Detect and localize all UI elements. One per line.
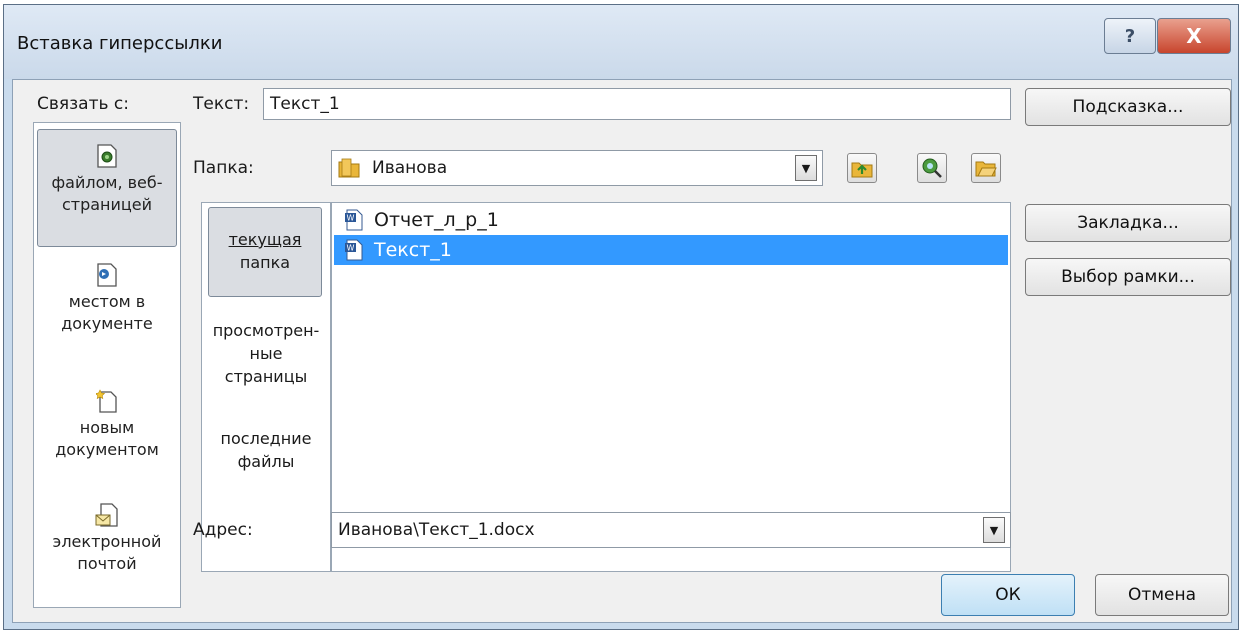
- address-label: Адрес:: [193, 520, 253, 540]
- chevron-down-icon: ▼: [801, 161, 811, 175]
- link-email[interactable]: электронной почтой: [37, 503, 177, 575]
- close-icon: X: [1186, 24, 1202, 48]
- folder-dropdown-button[interactable]: ▼: [795, 155, 817, 181]
- folder-value: Иванова: [372, 158, 448, 178]
- svg-text:W: W: [347, 214, 355, 223]
- browsed-pages-tab[interactable]: просмотрен- ные страницы: [202, 319, 330, 388]
- list-item[interactable]: W Отчет_л_р_1: [334, 205, 1008, 235]
- place-in-document-icon: [97, 263, 117, 287]
- link-place-in-document[interactable]: местом в документе: [37, 263, 177, 335]
- svg-text:W: W: [347, 244, 355, 253]
- current-folder-tab[interactable]: текущая папка: [208, 207, 322, 297]
- email-icon: [95, 503, 118, 527]
- browse-web-button[interactable]: [917, 153, 947, 183]
- text-label: Текст:: [193, 94, 250, 114]
- dialog-body: Связать с: файлом, веб- страницей местом…: [12, 79, 1232, 623]
- list-item-selected[interactable]: W Текст_1: [334, 235, 1008, 265]
- ok-button[interactable]: ОК: [941, 574, 1075, 616]
- chevron-down-icon: ▼: [989, 523, 999, 537]
- bookmark-button[interactable]: Закладка...: [1025, 204, 1231, 242]
- look-in-panel: текущая папка просмотрен- ные страницы п…: [201, 202, 331, 572]
- link-to-label: Связать с:: [37, 94, 129, 114]
- browse-file-button[interactable]: [971, 153, 1001, 183]
- open-folder-icon: [975, 161, 997, 177]
- new-document-icon: [96, 389, 117, 413]
- target-frame-button[interactable]: Выбор рамки...: [1025, 258, 1231, 296]
- word-document-icon: W: [345, 239, 363, 261]
- web-page-icon: [97, 144, 117, 168]
- help-icon: ?: [1124, 25, 1136, 47]
- hyperlink-dialog: Вставка гиперссылки ? X Связать с: файло…: [3, 4, 1239, 630]
- help-button[interactable]: ?: [1104, 18, 1156, 54]
- title-bar: Вставка гиперссылки ? X: [4, 5, 1238, 79]
- link-file-webpage[interactable]: файлом, веб- страницей: [37, 129, 177, 247]
- folder-label: Папка:: [193, 158, 254, 178]
- address-input[interactable]: Иванова\Текст_1.docx: [331, 512, 1011, 548]
- dialog-title: Вставка гиперссылки: [17, 33, 223, 54]
- file-name: Отчет_л_р_1: [374, 209, 499, 231]
- up-folder-icon: [851, 162, 873, 178]
- link-to-bar: файлом, веб- страницей местом в документ…: [33, 122, 181, 608]
- folder-icon: [338, 158, 360, 178]
- address-dropdown-button[interactable]: ▼: [983, 517, 1005, 543]
- close-button[interactable]: X: [1157, 18, 1231, 54]
- word-document-icon: W: [345, 209, 363, 231]
- up-folder-button[interactable]: [847, 153, 877, 183]
- folder-combobox[interactable]: Иванова: [331, 150, 823, 186]
- tooltip-button[interactable]: Подсказка...: [1025, 88, 1231, 126]
- browse-web-icon: [922, 158, 942, 178]
- file-name: Текст_1: [374, 239, 452, 261]
- cancel-button[interactable]: Отмена: [1095, 574, 1229, 616]
- recent-files-tab[interactable]: последние файлы: [202, 427, 330, 473]
- text-input[interactable]: Текст_1: [263, 88, 1011, 120]
- link-new-document[interactable]: новым документом: [37, 389, 177, 461]
